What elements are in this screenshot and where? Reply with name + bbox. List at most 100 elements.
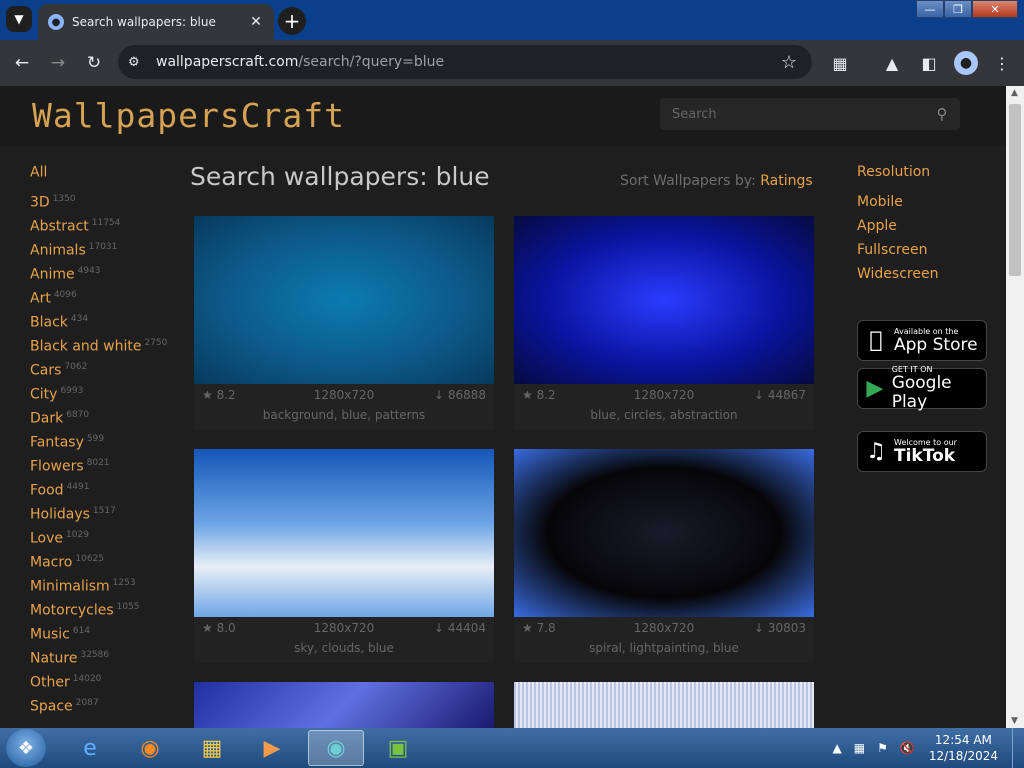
- google-play-badge[interactable]: ▶ GET IT ON Google Play: [857, 365, 987, 412]
- scroll-up-icon[interactable]: ▲: [1011, 88, 1018, 98]
- category-item[interactable]: Fantasy 599: [30, 434, 190, 458]
- wallpaper-card[interactable]: ★ 8.2 1280x720 ↓ 44867 blue, circles, abstr…: [514, 216, 814, 430]
- wallpaper-tags[interactable]: spiral, lightpainting, blue: [514, 641, 814, 655]
- wallpaper-meta: ★ 8.2 1280x720 ↓ 86888: [194, 384, 494, 406]
- category-item[interactable]: Flowers 8021: [30, 458, 190, 482]
- media-player-icon[interactable]: ▶: [244, 730, 300, 766]
- address-bar[interactable]: ⚙ wallpaperscraft.com/search/?query=blue…: [118, 45, 812, 79]
- category-item[interactable]: Nature 32586: [30, 650, 190, 674]
- nvidia-icon[interactable]: ▣: [370, 730, 426, 766]
- resolution-heading[interactable]: Resolution: [857, 164, 997, 194]
- category-count: 1350: [52, 194, 76, 204]
- search-icon[interactable]: ⚲: [924, 105, 960, 123]
- show-desktop-button[interactable]: [1012, 728, 1024, 768]
- category-count: 2750: [144, 338, 168, 348]
- app-store-badge[interactable]:  Available on theApp Store: [857, 320, 987, 361]
- category-item[interactable]: Music 614: [30, 626, 190, 650]
- reload-button[interactable]: ↻: [82, 51, 106, 75]
- sort-ratings-link[interactable]: Ratings: [760, 173, 812, 189]
- resolution-apple-link[interactable]: Apple: [857, 218, 997, 242]
- category-item[interactable]: Black and white 2750: [30, 338, 190, 362]
- volume-muted-icon[interactable]: 🔇: [900, 741, 915, 755]
- chrome-taskbar-icon[interactable]: ◉: [308, 730, 364, 766]
- firefox-icon[interactable]: ◉: [122, 730, 178, 766]
- category-item[interactable]: Animals 17031: [30, 242, 190, 266]
- tiktok-badge[interactable]: ♫ Welcome to our TikTok: [857, 431, 987, 472]
- minimize-button[interactable]: —: [916, 0, 944, 18]
- wallpaper-thumbnail[interactable]: [514, 682, 814, 728]
- category-item[interactable]: Food 4491: [30, 482, 190, 506]
- tab-list-button[interactable]: ▼: [6, 6, 32, 32]
- resolution-fullscreen-link[interactable]: Fullscreen: [857, 242, 997, 266]
- forward-button[interactable]: →: [46, 51, 70, 75]
- category-item[interactable]: Dark 6870: [30, 410, 190, 434]
- wallpaper-card[interactable]: ★ 8.0 1280x720 ↓ 44404 sky, clouds, blue: [194, 449, 494, 663]
- category-item[interactable]: All: [30, 164, 190, 194]
- resolution-menu: Resolution Mobile Apple Fullscreen Wides…: [857, 164, 997, 290]
- file-explorer-icon[interactable]: ▦: [184, 730, 240, 766]
- category-count: 1029: [66, 530, 89, 540]
- wallpaper-thumbnail[interactable]: [194, 216, 494, 384]
- category-item[interactable]: Black 434: [30, 314, 190, 338]
- wallpaper-thumbnail[interactable]: [514, 216, 814, 384]
- category-item[interactable]: Space 2087: [30, 698, 190, 722]
- category-item[interactable]: Cars 7062: [30, 362, 190, 386]
- windows-logo-icon: ❖: [17, 737, 35, 759]
- category-item[interactable]: Anime 4943: [30, 266, 190, 290]
- side-panel-icon[interactable]: ◧: [917, 51, 941, 75]
- show-hidden-icons-icon[interactable]: ▲: [833, 741, 842, 755]
- resolution-widescreen-link[interactable]: Widescreen: [857, 266, 997, 290]
- back-button[interactable]: ←: [10, 51, 34, 75]
- wallpaper-thumbnail[interactable]: [514, 449, 814, 617]
- category-item[interactable]: Other 14020: [30, 674, 190, 698]
- close-icon: ✕: [990, 2, 1000, 16]
- flag-icon[interactable]: ⚑: [877, 741, 888, 755]
- wallpaper-card[interactable]: ★ 8.2 1280x720 ↓ 86888 background, blue, pa…: [194, 216, 494, 430]
- wallpaper-thumbnail[interactable]: [194, 449, 494, 617]
- category-count: 14020: [72, 674, 102, 684]
- wallpaper-card[interactable]: ★ 7.8 1280x720 ↓ 30803 spiral, lightpaintin…: [514, 449, 814, 663]
- browser-tab[interactable]: ● Search wallpapers: blue ✕: [38, 4, 274, 40]
- bookmark-star-icon[interactable]: ☆: [776, 52, 802, 73]
- scrollbar-thumb[interactable]: [1009, 104, 1021, 276]
- new-tab-button[interactable]: +: [278, 7, 306, 35]
- category-item[interactable]: Motorcycles 1055: [30, 602, 190, 626]
- labs-flask-icon[interactable]: ▲: [880, 51, 904, 75]
- profile-avatar-icon[interactable]: ●: [954, 51, 978, 75]
- category-item[interactable]: Art 4096: [30, 290, 190, 314]
- category-item[interactable]: Minimalism 1253: [30, 578, 190, 602]
- wallpaper-tags[interactable]: sky, clouds, blue: [194, 641, 494, 655]
- site-info-icon[interactable]: ⚙: [128, 55, 148, 70]
- menu-kebab-icon[interactable]: ⋮: [990, 51, 1014, 75]
- downloads: ↓ 86888: [433, 388, 486, 402]
- wallpaper-thumbnail[interactable]: [194, 682, 494, 728]
- category-item[interactable]: 3D 1350: [30, 194, 190, 218]
- category-item[interactable]: Macro 10625: [30, 554, 190, 578]
- category-item[interactable]: Love 1029: [30, 530, 190, 554]
- category-item[interactable]: Abstract 11754: [30, 218, 190, 242]
- resolution-mobile-link[interactable]: Mobile: [857, 194, 997, 218]
- close-window-button[interactable]: ✕: [972, 0, 1018, 18]
- wallpaper-tags[interactable]: background, blue, patterns: [194, 408, 494, 422]
- scroll-down-icon[interactable]: ▼: [1011, 716, 1018, 726]
- start-button[interactable]: ❖: [6, 729, 46, 767]
- page-scrollbar[interactable]: ▲ ▼: [1006, 86, 1024, 728]
- internet-explorer-icon[interactable]: e: [62, 730, 118, 766]
- wallpaper-card[interactable]: [194, 682, 494, 728]
- chevron-down-icon: ▼: [14, 12, 24, 26]
- category-item[interactable]: City 6993: [30, 386, 190, 410]
- network-icon[interactable]: ▦: [854, 741, 865, 755]
- extensions-icon[interactable]: ▦: [828, 51, 852, 75]
- wallpaper-card[interactable]: [514, 682, 814, 728]
- site-logo[interactable]: WallpapersCraft: [32, 96, 345, 135]
- close-icon[interactable]: ✕: [246, 12, 266, 32]
- clock[interactable]: 12:54 AM 12/18/2024: [929, 732, 998, 764]
- wallpaper-tags[interactable]: blue, circles, abstraction: [514, 408, 814, 422]
- downloads-value: 30803: [767, 621, 806, 635]
- maximize-button[interactable]: ❐: [944, 0, 972, 18]
- search-input[interactable]: [660, 106, 924, 122]
- tiktok-big-text: TikTok: [894, 445, 956, 466]
- category-name: Nature: [30, 650, 78, 667]
- google-play-icon: ▶: [866, 376, 884, 401]
- category-item[interactable]: Holidays 1517: [30, 506, 190, 530]
